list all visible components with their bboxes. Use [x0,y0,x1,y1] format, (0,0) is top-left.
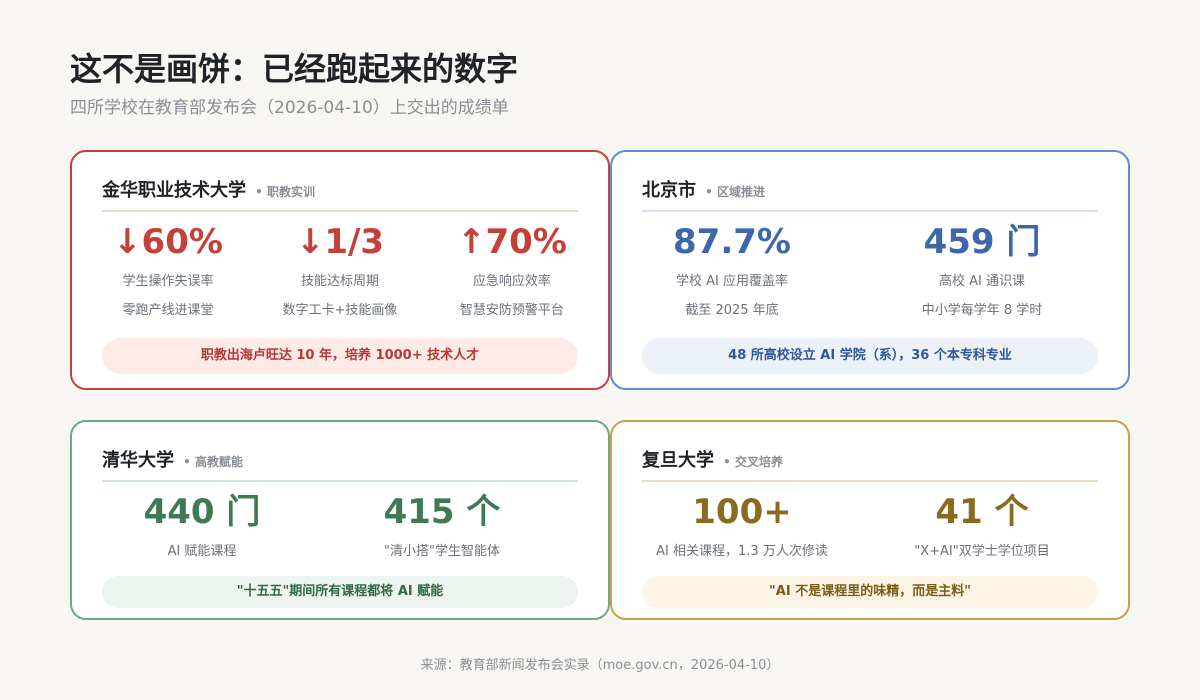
metric-value: ↓60% [113,222,223,262]
metric-item: 415 个 "清小搭"学生智能体 [322,492,562,559]
highlight-banner: 48 所高校设立 AI 学院（系），36 个本专科专业 [642,338,1098,374]
metrics-row: 440 门 AI 赋能课程 415 个 "清小搭"学生智能体 [82,492,598,559]
metric-item: 100+ AI 相关课程，1.3 万人次修读 [622,492,862,559]
card-title: 金华职业技术大学 [102,180,246,201]
card-title: 清华大学 [102,450,174,471]
highlight-banner: "十五五"期间所有课程都将 AI 赋能 [102,576,578,608]
metric-label: "X+AI"双学士学位项目 [914,544,1050,559]
card-tag: • 职教实训 [255,185,315,199]
metric-note: 零跑产线进课堂 [122,303,214,318]
metric-item: 87.7% 学校 AI 应用覆盖率 截至 2025 年底 [622,222,842,318]
card-tag: • 高教赋能 [183,455,243,469]
card-tag: • 交叉培养 [723,455,783,469]
metric-item: 440 门 AI 赋能课程 [82,492,322,559]
metric-value: 87.7% [673,222,791,262]
metric-item: 41 个 "X+AI"双学士学位项目 [862,492,1102,559]
card-header: 清华大学 • 高教赋能 [102,446,578,482]
card-header: 金华职业技术大学 • 职教实训 [102,176,578,212]
metrics-row: 87.7% 学校 AI 应用覆盖率 截至 2025 年底 459 门 高校 AI… [622,222,1118,318]
metric-label: AI 赋能课程 [167,544,237,559]
metric-note: 截至 2025 年底 [685,303,779,318]
card-tsinghua: 清华大学 • 高教赋能 440 门 AI 赋能课程 415 个 "清小搭"学生智… [70,420,610,620]
metrics-row: 100+ AI 相关课程，1.3 万人次修读 41 个 "X+AI"双学士学位项… [622,492,1118,559]
metric-item: 459 门 高校 AI 通识课 中小学每学年 8 学时 [862,222,1102,318]
metric-value: 415 个 [383,492,501,532]
metric-value: ↑70% [456,222,567,262]
metric-item: ↓60% 学生操作失误率 零跑产线进课堂 [82,222,254,318]
metric-note: 数字工卡+技能画像 [282,303,398,318]
metric-label: "清小搭"学生智能体 [384,544,500,559]
card-beijing: 北京市 • 区域推进 87.7% 学校 AI 应用覆盖率 截至 2025 年底 … [610,150,1130,390]
page-subtitle: 四所学校在教育部发布会（2026-04-10）上交出的成绩单 [70,98,509,118]
metric-item: ↑70% 应急响应效率 智慧安防预警平台 [426,222,598,318]
page-title: 这不是画饼：已经跑起来的数字 [70,50,519,88]
metric-value: ↓1/3 [295,222,385,262]
card-header: 北京市 • 区域推进 [642,176,1098,212]
metric-value: 440 门 [143,492,261,532]
highlight-banner: "AI 不是课程里的味精，而是主料" [642,576,1098,608]
highlight-banner: 职教出海卢旺达 10 年，培养 1000+ 技术人才 [102,338,578,374]
card-jinhua: 金华职业技术大学 • 职教实训 ↓60% 学生操作失误率 零跑产线进课堂 ↓1/… [70,150,610,390]
metric-note: 智慧安防预警平台 [459,303,564,318]
metrics-row: ↓60% 学生操作失误率 零跑产线进课堂 ↓1/3 技能达标周期数字工卡+技能画像… [82,222,598,318]
metric-label: 学校 AI 应用覆盖率 [676,274,788,289]
metric-label: 技能达标周期 [300,274,379,289]
metric-label: 应急响应效率 [472,274,551,289]
metric-item: ↓1/3 技能达标周期数字工卡+技能画像 [254,222,426,318]
metric-value: 41 个 [935,492,1029,532]
card-fudan: 复旦大学 • 交叉培养 100+ AI 相关课程，1.3 万人次修读 41 个 … [610,420,1130,620]
card-title: 复旦大学 [642,450,714,471]
metric-label: AI 相关课程，1.3 万人次修读 [656,544,828,559]
metric-label: 高校 AI 通识课 [939,274,1025,289]
card-tag: • 区域推进 [705,185,765,199]
metric-label: 学生操作失误率 [122,274,214,289]
metric-note: 中小学每学年 8 学时 [921,303,1043,318]
card-title: 北京市 [642,180,696,201]
card-header: 复旦大学 • 交叉培养 [642,446,1098,482]
source-footer: 来源：教育部新闻发布会实录（moe.gov.cn，2026-04-10） [420,658,780,673]
metric-value: 459 门 [923,222,1041,262]
metric-value: 100+ [692,492,792,532]
